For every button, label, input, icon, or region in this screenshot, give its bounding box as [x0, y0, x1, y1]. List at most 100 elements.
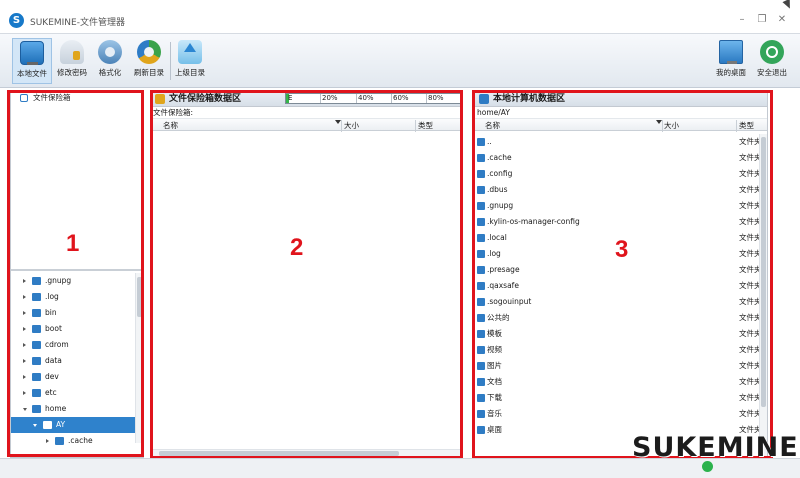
folder-icon [477, 186, 485, 194]
tree-item-label: .cache [68, 436, 93, 445]
file-name: .config [487, 169, 513, 178]
tree-item[interactable]: bin [11, 305, 137, 321]
vault-h-scroll-thumb[interactable] [159, 451, 399, 456]
window-title: SUKEMINE-文件管理器 [30, 18, 125, 28]
toolbar: 本地文件 修改密码 格式化 刷新目录 上级目录 我的桌面 安全退出 [0, 34, 800, 88]
folder-icon [477, 218, 485, 226]
table-row[interactable]: 视频 文件夹 [475, 342, 762, 358]
folder-icon [477, 202, 485, 210]
close-button[interactable]: ✕ [774, 13, 790, 27]
table-row[interactable]: 公共的 文件夹 [475, 310, 762, 326]
change-password-label: 修改密码 [57, 68, 87, 77]
table-row[interactable]: 音乐 文件夹 [475, 406, 762, 422]
vault-h-scrollbar[interactable] [151, 449, 461, 457]
vault-tree-item[interactable]: 文件保险箱 [11, 91, 143, 105]
tree-item-label: cdrom [45, 340, 69, 349]
table-row[interactable]: .config 文件夹 [475, 166, 762, 182]
parent-dir-label: 上级目录 [175, 68, 205, 77]
splitter[interactable] [11, 269, 143, 271]
file-name: 桌面 [487, 425, 502, 434]
parent-dir-button[interactable]: 上级目录 [170, 38, 210, 84]
table-row[interactable]: 下载 文件夹 [475, 390, 762, 406]
app-logo-icon: S [9, 13, 24, 28]
table-row[interactable]: .kylin-os-manager-config 文件夹 [475, 214, 762, 230]
refresh-dir-label: 刷新目录 [134, 68, 164, 77]
file-name: 模板 [487, 329, 502, 338]
annotation-number-1: 1 [66, 230, 80, 257]
table-row[interactable]: 模板 文件夹 [475, 326, 762, 342]
my-desktop-button[interactable]: 我的桌面 [711, 38, 751, 84]
local-panel: 本地计算机数据区 home/AY 名称 大小 类型 .. 文件夹 .cache 文件… [474, 90, 768, 458]
table-row[interactable]: .dbus 文件夹 [475, 182, 762, 198]
tree-item[interactable]: data [11, 353, 137, 369]
column-name[interactable]: 名称 [163, 120, 178, 131]
folder-icon [477, 138, 485, 146]
safe-exit-button[interactable]: 安全退出 [752, 38, 792, 84]
tree-item[interactable]: .log [11, 289, 137, 305]
vault-panel-header: 文件保险箱数据区 E 20% 40% 60% 80% [151, 91, 461, 107]
vault-panel-title: 文件保险箱数据区 [169, 94, 242, 104]
table-row[interactable]: .sogouinput 文件夹 [475, 294, 762, 310]
power-icon [760, 40, 784, 64]
folder-icon [32, 309, 41, 317]
chevron-right-icon [23, 295, 26, 299]
file-name: 图片 [487, 361, 502, 370]
tree-item[interactable]: etc [11, 385, 137, 401]
tree-item-label: .gnupg [45, 276, 72, 285]
folder-icon [43, 421, 52, 429]
capacity-tick [391, 94, 392, 103]
folder-icon [477, 346, 485, 354]
table-row[interactable]: .cache 文件夹 [475, 150, 762, 166]
watermark: SUKEMINE [632, 432, 799, 463]
tree-item[interactable]: dev [11, 369, 137, 385]
table-row[interactable]: 文档 文件夹 [475, 374, 762, 390]
refresh-dir-button[interactable]: 刷新目录 [129, 38, 169, 84]
folder-icon [32, 357, 41, 365]
table-row[interactable]: .qaxsafe 文件夹 [475, 278, 762, 294]
tree-item[interactable]: .gnupg [11, 273, 137, 289]
annotation-number-2: 2 [290, 234, 304, 261]
chevron-down-icon [23, 408, 27, 411]
refresh-icon [137, 40, 161, 64]
lock-icon [155, 94, 165, 104]
folder-icon [477, 298, 485, 306]
local-v-scrollbar[interactable] [759, 134, 767, 457]
tree-scroll-thumb[interactable] [137, 277, 142, 317]
local-v-scroll-thumb[interactable] [761, 137, 766, 407]
local-files-button[interactable]: 本地文件 [12, 38, 52, 84]
column-size[interactable]: 大小 [664, 120, 679, 131]
tree-item[interactable]: home [11, 401, 137, 417]
column-type[interactable]: 类型 [739, 120, 754, 131]
folder-icon [32, 389, 41, 397]
disk-icon [98, 40, 122, 64]
tree-item-label: boot [45, 324, 62, 333]
tree-scrollbar[interactable] [135, 273, 143, 443]
folder-icon [477, 314, 485, 322]
left-panel: 文件保险箱 .gnupg .log bin boot cdrom data de… [10, 90, 144, 458]
table-row[interactable]: .gnupg 文件夹 [475, 198, 762, 214]
tree-item-selected[interactable]: AY [11, 417, 137, 433]
local-panel-title: 本地计算机数据区 [493, 94, 566, 104]
tree-item-label: AY [56, 420, 66, 429]
tree-item[interactable]: .cache [11, 433, 137, 449]
column-size[interactable]: 大小 [344, 120, 359, 131]
tree-item[interactable]: boot [11, 321, 137, 337]
minimize-button[interactable]: – [734, 13, 750, 27]
title-bar: S SUKEMINE-文件管理器 – ❐ ✕ [0, 0, 800, 34]
folder-icon [477, 362, 485, 370]
restore-button[interactable]: ❐ [754, 13, 770, 27]
table-row[interactable]: 图片 文件夹 [475, 358, 762, 374]
change-password-button[interactable]: 修改密码 [52, 38, 92, 84]
table-row[interactable]: .. 文件夹 [475, 134, 762, 150]
table-row[interactable]: .presage 文件夹 [475, 262, 762, 278]
annotation-number-3: 3 [615, 236, 629, 263]
local-files-label: 本地文件 [17, 69, 47, 78]
tree-item-label: etc [45, 388, 57, 397]
format-button[interactable]: 格式化 [90, 38, 130, 84]
folder-icon [55, 437, 64, 445]
tree-item[interactable]: cdrom [11, 337, 137, 353]
file-name: .gnupg [487, 201, 514, 210]
column-name[interactable]: 名称 [485, 120, 500, 131]
file-name: .dbus [487, 185, 508, 194]
column-type[interactable]: 类型 [418, 120, 433, 131]
